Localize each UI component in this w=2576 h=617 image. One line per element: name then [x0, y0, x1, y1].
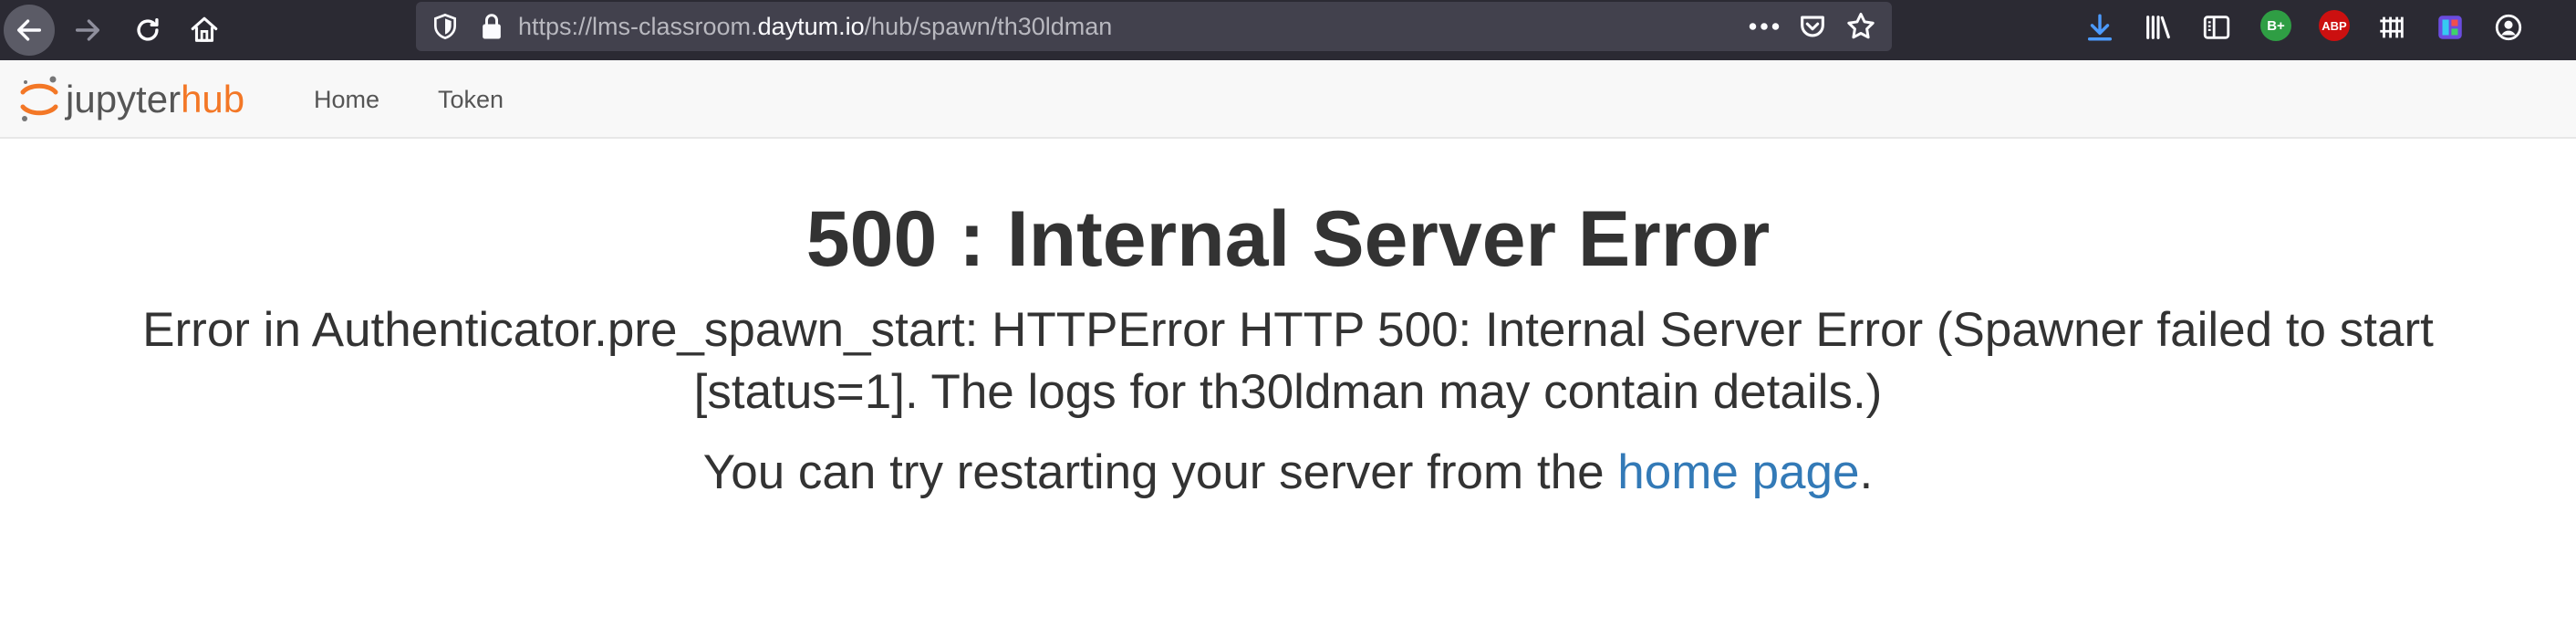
nav-link-home[interactable]: Home — [314, 60, 379, 139]
tracking-shield-icon[interactable] — [431, 12, 460, 41]
extension-icon — [2438, 16, 2462, 39]
home-button[interactable] — [179, 5, 230, 56]
logo-wordmark: jupyterhub — [66, 74, 244, 125]
page-actions-more-icon[interactable] — [1746, 13, 1782, 40]
error-title: 500 : Internal Server Error — [805, 195, 1771, 283]
url-path: /hub/spawn/th30ldman — [864, 13, 1113, 40]
reload-icon — [137, 17, 159, 41]
hub-navbar: jupyterhub Home Token — [0, 60, 2576, 139]
browser-toolbar: https://lms-classroom.daytum.io/hub/spaw… — [0, 0, 2576, 60]
grid-tool-icon — [2380, 16, 2404, 38]
url-prefix: https://lms-classroom. — [518, 13, 758, 40]
bplus-extension-icon[interactable]: B+ — [2260, 10, 2291, 41]
url-bar[interactable]: https://lms-classroom.daytum.io/hub/spaw… — [416, 2, 1892, 51]
home-icon — [191, 16, 218, 42]
back-button[interactable] — [4, 5, 55, 56]
ruler-extension-button[interactable] — [2373, 9, 2410, 46]
error-hint: You can try restarting your server from … — [0, 442, 2576, 504]
url-host: daytum.io — [757, 13, 865, 40]
hint-prefix: You can try restarting your server from … — [702, 445, 1618, 499]
hint-suffix: . — [1859, 445, 1874, 499]
logo-text-jupyter: jupyter — [66, 78, 182, 120]
adblock-plus-icon[interactable]: ABP — [2319, 10, 2350, 41]
bookmark-star-icon[interactable] — [1844, 10, 1877, 43]
jupyterhub-logo[interactable]: jupyterhub — [18, 73, 244, 126]
account-button[interactable] — [2490, 9, 2527, 46]
pocket-icon[interactable] — [1797, 11, 1828, 42]
error-message: Error in Authenticator.pre_spawn_start: … — [142, 303, 2434, 419]
url-text[interactable]: https://lms-classroom.daytum.io/hub/spaw… — [518, 2, 1112, 51]
nav-link-token[interactable]: Token — [438, 60, 504, 139]
lock-icon[interactable] — [478, 12, 505, 41]
arrow-right-icon — [75, 19, 100, 41]
account-icon — [2495, 14, 2522, 41]
reader-view-button[interactable] — [2198, 9, 2235, 46]
jupyter-logo-icon — [20, 76, 58, 121]
arrow-left-icon — [16, 19, 42, 41]
downloads-button[interactable] — [2082, 9, 2118, 46]
sidebar-icon — [2203, 16, 2230, 39]
logo-text-hub: hub — [181, 78, 245, 120]
forward-button[interactable] — [62, 5, 113, 56]
library-button[interactable] — [2140, 9, 2176, 46]
library-icon — [2146, 16, 2170, 39]
home-page-link[interactable]: home page — [1617, 445, 1859, 499]
colorful-extension-button[interactable] — [2432, 9, 2468, 46]
reload-button[interactable] — [122, 5, 173, 56]
download-icon — [2087, 14, 2113, 41]
